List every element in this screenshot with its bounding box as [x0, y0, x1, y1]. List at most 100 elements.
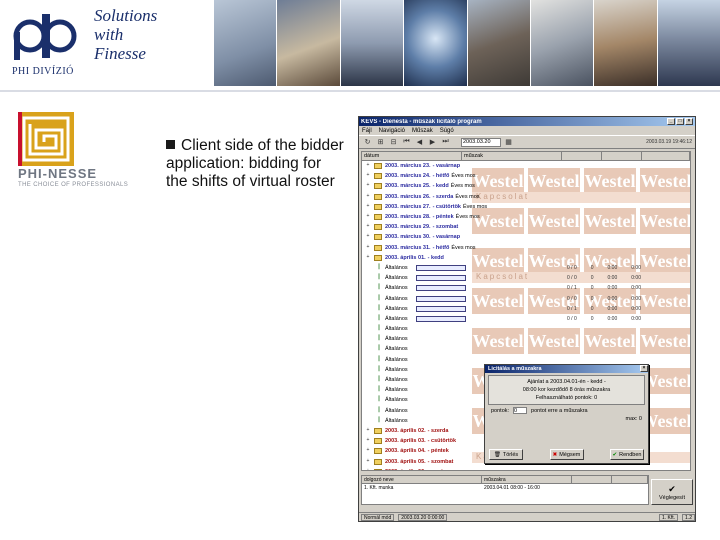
menu-file[interactable]: Fájl: [362, 128, 372, 134]
roster-shift-row[interactable]: ┃ Általános 0 / 0 0 0:00 0:00: [362, 293, 690, 303]
roster-shift-row[interactable]: ┃ Általános: [362, 324, 690, 334]
expand-toggle-icon[interactable]: +: [365, 214, 371, 220]
expand-toggle-icon[interactable]: +: [365, 427, 371, 434]
shift-stat: 0 / 0: [567, 295, 577, 302]
shift-label: Általános: [385, 315, 408, 322]
shift-bar[interactable]: [415, 315, 466, 322]
prev-icon[interactable]: ◀: [414, 137, 425, 147]
expand-toggle-icon[interactable]: +: [365, 163, 371, 169]
roster-day-row[interactable]: +2003. március 30. - vasárnap: [362, 232, 690, 242]
roster-shift-row[interactable]: ┃ Általános: [362, 344, 690, 354]
row-day: - kedd: [427, 254, 444, 261]
expand-toggle-icon[interactable]: +: [365, 173, 371, 179]
shift-bar[interactable]: [415, 275, 466, 282]
expand-toggle-icon[interactable]: +: [365, 203, 371, 210]
shift-bar[interactable]: [415, 285, 466, 292]
points-input[interactable]: 0: [513, 407, 528, 414]
expand-toggle-icon[interactable]: +: [365, 183, 371, 189]
column-header[interactable]: [602, 152, 642, 160]
shift-label: Általános: [385, 275, 408, 282]
shift-stat: 0:00: [631, 285, 641, 292]
expand-icon[interactable]: ⊞: [375, 137, 386, 147]
roster-shift-row[interactable]: ┃ Általános 0 / 1 0 0:00 0:00: [362, 283, 690, 293]
shift-stat: 0 / 1: [567, 285, 577, 292]
calendar-icon[interactable]: ▦: [503, 137, 514, 147]
expand-toggle-icon[interactable]: +: [365, 468, 371, 470]
status-user: 1. Kft.: [658, 513, 679, 521]
roster-day-row[interactable]: +2003. március 25. - kedd Éves mos: [362, 181, 690, 191]
maximize-button[interactable]: □: [676, 118, 684, 125]
shift-stats: 0 / 1 0 0:00 0:00: [567, 285, 641, 291]
folder-icon: [374, 448, 382, 455]
column-header-shift[interactable]: műszak: [462, 152, 562, 160]
shift-label: Általános: [385, 407, 408, 414]
finalize-button[interactable]: ✔ Véglegesít: [651, 479, 693, 505]
shift-bar[interactable]: [415, 295, 466, 302]
trash-icon: 🗑: [493, 451, 501, 458]
roster-shift-row[interactable]: ┃ Általános 0 / 1 0 0:00 0:00: [362, 304, 690, 314]
menu-shift[interactable]: Műszak: [412, 128, 433, 134]
column-header[interactable]: [642, 152, 690, 160]
date-field[interactable]: 2003.03.20: [461, 137, 501, 147]
expand-toggle-icon[interactable]: +: [365, 224, 371, 230]
row-day: - péntek: [432, 214, 454, 221]
expand-toggle-icon[interactable]: +: [365, 234, 371, 240]
shift-marker-icon: ┃: [377, 335, 381, 342]
expand-toggle-icon[interactable]: +: [365, 438, 371, 444]
expand-toggle-icon[interactable]: +: [365, 254, 371, 261]
collapse-icon[interactable]: ⊟: [388, 137, 399, 147]
roster-day-row[interactable]: +2003. március 29. - szombat: [362, 222, 690, 232]
column-header-shift[interactable]: műszakra: [482, 476, 572, 483]
cancel-button[interactable]: ✖ Mégsem: [549, 449, 584, 460]
menu-bar: Fájl Navigáció Műszak Súgó: [359, 126, 695, 135]
row-day: - vasárnap: [428, 469, 456, 470]
column-header[interactable]: [612, 476, 648, 483]
dialog-titlebar: Licitálás a műszakra ×: [485, 365, 648, 373]
photo-businessman: [340, 0, 404, 86]
column-header-employee[interactable]: dolgozó neve: [362, 476, 482, 483]
roster-day-row[interactable]: +2003. március 27. - csütörtök Éves mos: [362, 202, 690, 212]
shift-marker-icon: ┃: [377, 416, 381, 423]
shift-label: Általános: [385, 336, 408, 343]
ok-button[interactable]: ✔ Rendben: [610, 449, 644, 460]
phi-division-caption: PHI DIVÍZIÓ: [12, 66, 74, 77]
first-icon[interactable]: ⏮: [401, 137, 412, 147]
shift-stat: 0:00: [631, 315, 641, 322]
roster-shift-row[interactable]: ┃ Általános 0 / 0 0 0:00 0:00: [362, 314, 690, 324]
minimize-button[interactable]: _: [667, 118, 675, 125]
menu-navigation[interactable]: Navigáció: [379, 128, 405, 134]
roster-shift-row[interactable]: ┃ Általános 0 / 0 0 0:00 0:00: [362, 273, 690, 283]
row-day: - vasárnap: [432, 163, 461, 170]
photo-phone-operator: [594, 0, 657, 86]
roster-day-row[interactable]: +2003. március 28. - péntek Éves mos: [362, 212, 690, 222]
next-icon[interactable]: ▶: [427, 137, 438, 147]
roster-day-row[interactable]: +2003. március 24. - hétfő Éves mos: [362, 171, 690, 181]
column-header-date[interactable]: dátum: [362, 152, 462, 160]
last-icon[interactable]: ⏭: [440, 137, 451, 147]
expand-toggle-icon[interactable]: +: [365, 244, 371, 251]
shift-bar[interactable]: [415, 305, 466, 312]
roster-day-row[interactable]: +2003. március 26. - szerda Éves mos: [362, 192, 690, 202]
row-day: - péntek: [427, 448, 449, 455]
menu-help[interactable]: Súgó: [440, 128, 454, 134]
roster-day-row[interactable]: +2003. április 06.- vasárnap: [362, 467, 690, 470]
expand-toggle-icon[interactable]: +: [365, 458, 371, 465]
roster-day-row[interactable]: +2003. április 01. - kedd: [362, 253, 690, 263]
roster-shift-row[interactable]: ┃ Általános: [362, 334, 690, 344]
expand-toggle-icon[interactable]: +: [365, 448, 371, 454]
ok-button-label: Rendben: [619, 451, 642, 458]
roster-shift-row[interactable]: ┃ Általános 0 / 0 0 0:00 0:00: [362, 263, 690, 273]
row-note: Éves mos: [455, 214, 480, 221]
close-button[interactable]: ×: [685, 118, 693, 125]
column-header[interactable]: [572, 476, 612, 483]
column-header[interactable]: [562, 152, 602, 160]
shift-label: Általános: [385, 417, 408, 424]
dialog-close-button[interactable]: ×: [640, 365, 648, 372]
delete-button[interactable]: 🗑 Törlés: [489, 449, 523, 460]
expand-toggle-icon[interactable]: +: [365, 193, 371, 200]
refresh-icon[interactable]: ↻: [362, 137, 373, 147]
roster-day-row[interactable]: +2003. március 31. - hétfő Éves mos: [362, 243, 690, 253]
roster-day-row[interactable]: +2003. március 23. - vasárnap: [362, 161, 690, 171]
bid-list-row[interactable]: 1. Kft. munka 2003.04.01 08:00 - 16:00: [362, 484, 648, 492]
shift-bar[interactable]: [415, 264, 466, 271]
